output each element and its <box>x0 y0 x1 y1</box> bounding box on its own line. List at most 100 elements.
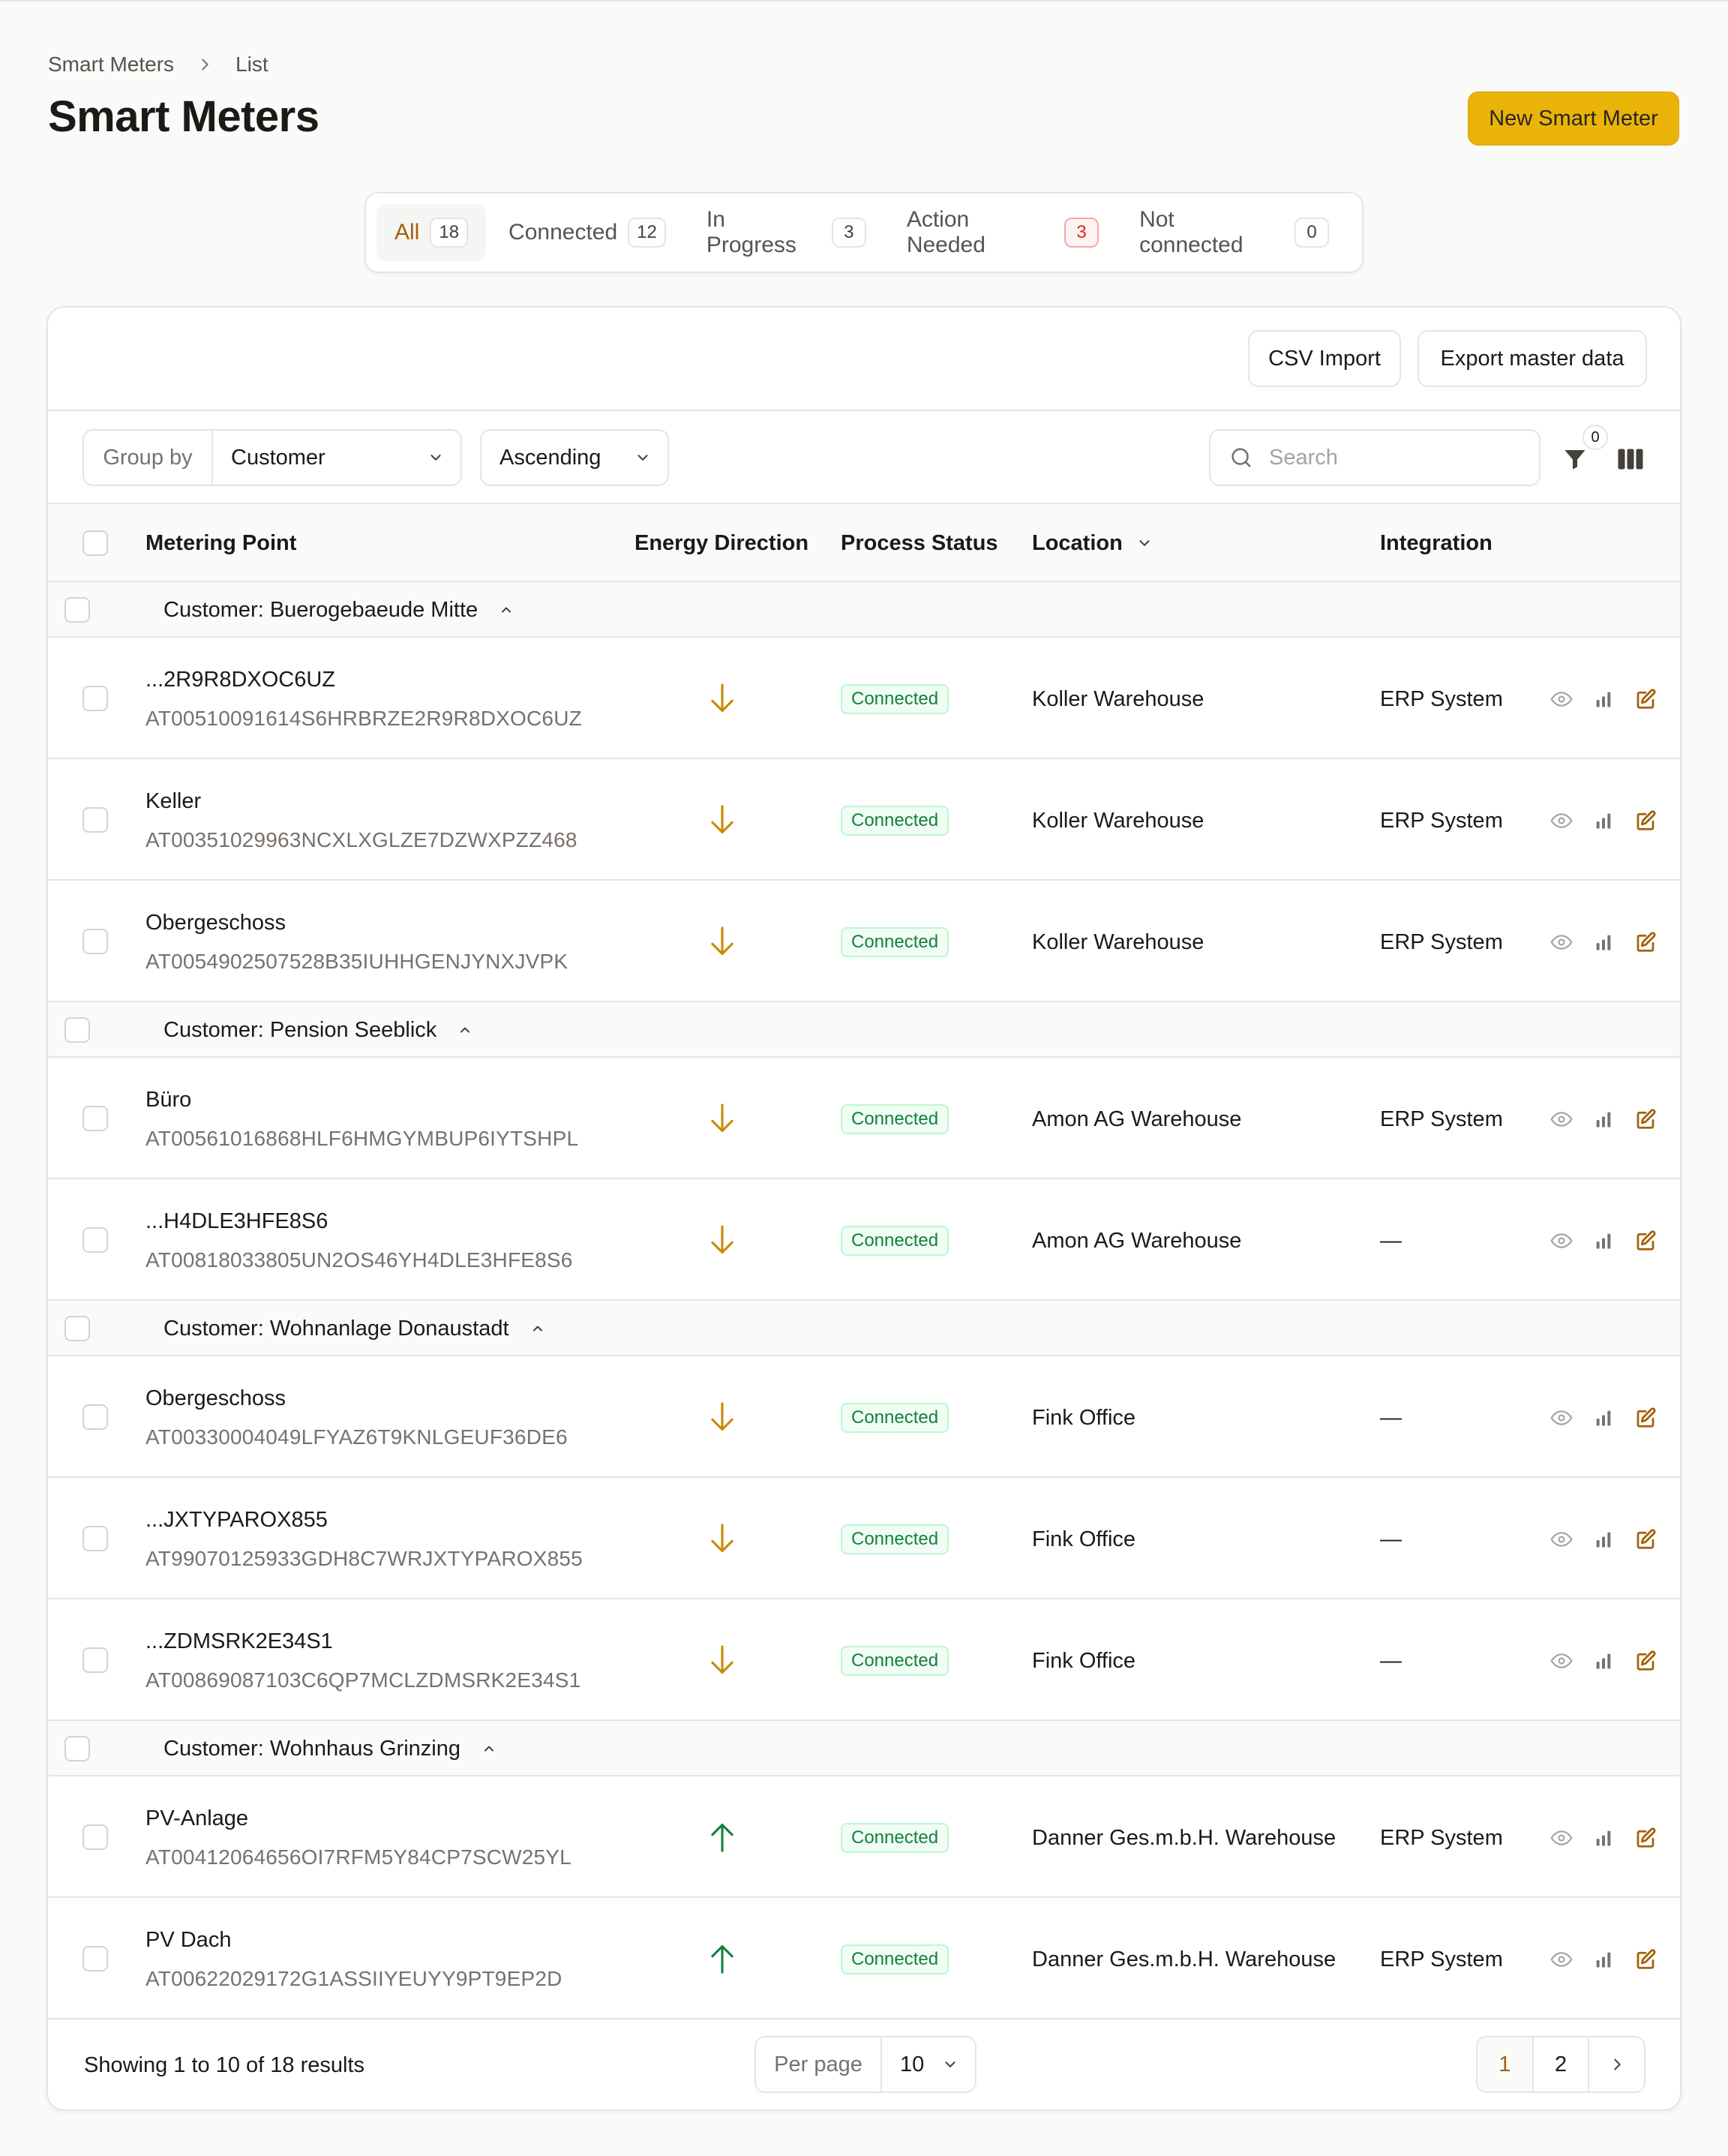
table-row[interactable]: Büro AT00561016868HLF6HMGYMBUP6IYTSHPL Con… <box>48 1058 1680 1179</box>
page-2-button[interactable]: 2 <box>1534 2037 1590 2091</box>
chevron-right-icon <box>196 56 213 73</box>
edit-icon[interactable] <box>1632 1404 1659 1431</box>
metering-point-id: AT00351029963NCXLXGLZE7DZWXPZZ468 <box>146 828 578 851</box>
table-row[interactable]: ...2R9R8DXOC6UZ AT00510091614S6HRBRZE2R9R… <box>48 638 1680 759</box>
bar-chart-icon[interactable] <box>1590 1526 1617 1553</box>
column-location-label: Location <box>1032 530 1123 555</box>
export-master-data-button[interactable]: Export master data <box>1418 330 1647 387</box>
search-box <box>1209 429 1540 486</box>
eye-icon[interactable] <box>1548 686 1575 713</box>
group-checkbox[interactable] <box>64 1736 90 1761</box>
page-1-button[interactable]: 1 <box>1478 2037 1534 2091</box>
bar-chart-icon[interactable] <box>1590 929 1617 956</box>
group-header-row[interactable]: Customer: Buerogebaeude Mitte <box>48 582 1680 638</box>
edit-icon[interactable] <box>1632 1227 1659 1254</box>
tab-not-connected[interactable]: Not connected 0 <box>1121 204 1347 261</box>
eye-icon[interactable] <box>1548 807 1575 834</box>
group-checkbox[interactable] <box>64 1017 90 1043</box>
eye-icon[interactable] <box>1548 1824 1575 1851</box>
group-checkbox[interactable] <box>64 597 90 623</box>
row-checkbox[interactable] <box>82 686 108 711</box>
eye-icon[interactable] <box>1548 1404 1575 1431</box>
eye-icon[interactable] <box>1548 1647 1575 1674</box>
bar-chart-icon[interactable] <box>1590 1404 1617 1431</box>
new-smart-meter-button[interactable]: New Smart Meter <box>1468 92 1679 146</box>
row-checkbox[interactable] <box>82 1404 108 1430</box>
group-label: Customer: Wohnhaus Grinzing <box>164 1721 496 1776</box>
tab-in-progress[interactable]: In Progress 3 <box>688 204 884 261</box>
per-page-select[interactable]: Per page 10 <box>754 2036 976 2093</box>
eye-icon[interactable] <box>1548 1526 1575 1553</box>
group-header-row[interactable]: Customer: Pension Seeblick <box>48 1002 1680 1058</box>
row-checkbox[interactable] <box>82 1227 108 1253</box>
eye-icon[interactable] <box>1548 1946 1575 1973</box>
columns-icon[interactable] <box>1612 441 1648 477</box>
group-by-select[interactable]: Group by Customer <box>82 429 462 486</box>
column-energy-direction: Energy Direction <box>634 530 809 555</box>
row-checkbox[interactable] <box>82 929 108 954</box>
table-row[interactable]: Keller AT00351029963NCXLXGLZE7DZWXPZZ468 C… <box>48 759 1680 881</box>
table-row[interactable]: ...JXTYPAROX855 AT99070125933GDH8C7WRJXTY… <box>48 1478 1680 1599</box>
integration-cell: ERP System <box>1380 929 1503 954</box>
tab-connected[interactable]: Connected 12 <box>490 204 684 261</box>
edit-icon[interactable] <box>1632 1946 1659 1973</box>
edit-icon[interactable] <box>1632 1824 1659 1851</box>
card-header: CSV Import Export master data <box>48 308 1680 411</box>
per-page-value-text: 10 <box>900 2052 925 2076</box>
row-checkbox[interactable] <box>82 1824 108 1850</box>
bar-chart-icon[interactable] <box>1590 1647 1617 1674</box>
tab-count-badge: 3 <box>1064 218 1100 248</box>
metering-point-id: AT00818033805UN2OS46YH4DLE3HFE8S6 <box>146 1248 573 1272</box>
chevron-up-icon[interactable] <box>458 1022 472 1037</box>
edit-icon[interactable] <box>1632 1647 1659 1674</box>
group-header-row[interactable]: Customer: Wohnanlage Donaustadt <box>48 1301 1680 1356</box>
bar-chart-icon[interactable] <box>1590 1946 1617 1973</box>
arrow-down-icon <box>705 680 740 717</box>
bar-chart-icon[interactable] <box>1590 1227 1617 1254</box>
bar-chart-icon[interactable] <box>1590 686 1617 713</box>
sort-direction-select[interactable]: Ascending <box>480 429 669 486</box>
filter-count-badge: 0 <box>1582 425 1608 450</box>
location-cell: Koller Warehouse <box>1032 808 1204 833</box>
status-badge: Connected <box>841 806 950 836</box>
edit-icon[interactable] <box>1632 807 1659 834</box>
table-row[interactable]: ...H4DLE3HFE8S6 AT00818033805UN2OS46YH4DL… <box>48 1179 1680 1301</box>
group-checkbox[interactable] <box>64 1316 90 1341</box>
tab-all[interactable]: All 18 <box>376 204 487 261</box>
row-checkbox[interactable] <box>82 1647 108 1673</box>
table-row[interactable]: Obergeschoss AT00330004049LFYAZ6T9KNLGEUF… <box>48 1356 1680 1478</box>
bar-chart-icon[interactable] <box>1590 1824 1617 1851</box>
table-row[interactable]: PV-Anlage AT00412064656OI7RFM5Y84CP7SCW25… <box>48 1776 1680 1898</box>
table-row[interactable]: Obergeschoss AT0054902507528B35IUHHGENJYN… <box>48 881 1680 1002</box>
next-page-button[interactable] <box>1589 2037 1644 2091</box>
edit-icon[interactable] <box>1632 929 1659 956</box>
search-input[interactable] <box>1268 444 1515 471</box>
chevron-up-icon[interactable] <box>499 602 514 617</box>
group-header-row[interactable]: Customer: Wohnhaus Grinzing <box>48 1721 1680 1776</box>
per-page-label: Per page <box>756 2037 882 2091</box>
eye-icon[interactable] <box>1548 1227 1575 1254</box>
edit-icon[interactable] <box>1632 1526 1659 1553</box>
csv-import-button[interactable]: CSV Import <box>1248 330 1401 387</box>
chevron-up-icon[interactable] <box>482 1741 496 1756</box>
eye-icon[interactable] <box>1548 1106 1575 1133</box>
row-checkbox[interactable] <box>82 1106 108 1131</box>
bar-chart-icon[interactable] <box>1590 807 1617 834</box>
breadcrumb-root[interactable]: Smart Meters <box>48 53 174 77</box>
edit-icon[interactable] <box>1632 686 1659 713</box>
row-checkbox[interactable] <box>82 1946 108 1971</box>
select-all-checkbox[interactable] <box>82 530 108 556</box>
tab-action-needed[interactable]: Action Needed 3 <box>889 204 1117 261</box>
tab-label: All <box>394 220 420 245</box>
column-location[interactable]: Location <box>1032 504 1153 582</box>
table-row[interactable]: PV Dach AT00622029172G1ASSIIYEUYY9PT9EP2D… <box>48 1898 1680 2019</box>
eye-icon[interactable] <box>1548 929 1575 956</box>
table-row[interactable]: ...ZDMSRK2E34S1 AT00869087103C6QP7MCLZDMS… <box>48 1599 1680 1721</box>
edit-icon[interactable] <box>1632 1106 1659 1133</box>
metering-point-name: PV-Anlage <box>146 1806 249 1830</box>
chevron-up-icon[interactable] <box>530 1321 545 1336</box>
group-by-value: Customer <box>213 446 460 470</box>
row-checkbox[interactable] <box>82 1526 108 1551</box>
bar-chart-icon[interactable] <box>1590 1106 1617 1133</box>
row-checkbox[interactable] <box>82 807 108 833</box>
